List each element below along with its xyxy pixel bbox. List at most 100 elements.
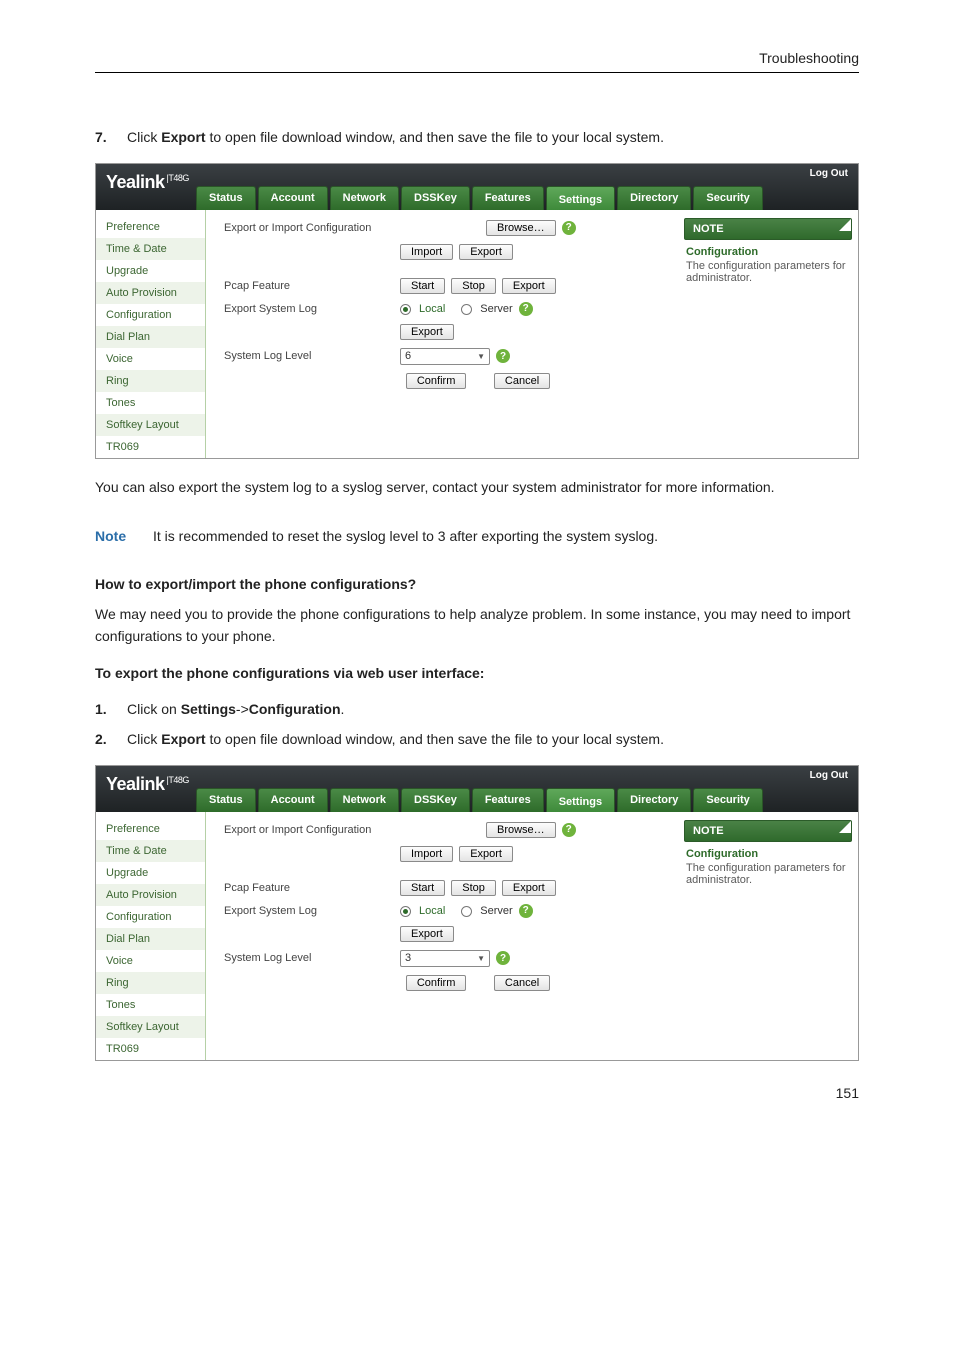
label-export-import: Export or Import Configuration <box>224 824 394 836</box>
note-body: The configuration parameters for adminis… <box>686 862 846 886</box>
browse-button[interactable]: Browse… <box>486 220 556 236</box>
tab-dsskey[interactable]: DSSKey <box>401 186 470 210</box>
sidebar-item-autoprovision[interactable]: Auto Provision <box>96 282 205 304</box>
help-icon[interactable]: ? <box>562 823 576 837</box>
help-icon[interactable]: ? <box>562 221 576 235</box>
tab-status[interactable]: Status <box>196 788 256 812</box>
export-button[interactable]: Export <box>459 846 513 862</box>
help-icon[interactable]: ? <box>519 302 533 316</box>
sidebar-item-tr069[interactable]: TR069 <box>96 436 205 458</box>
label-export-syslog: Export System Log <box>224 303 394 315</box>
tab-features[interactable]: Features <box>472 186 544 210</box>
confirm-button[interactable]: Confirm <box>406 373 467 389</box>
tab-security[interactable]: Security <box>693 186 762 210</box>
pcap-start-button[interactable]: Start <box>400 880 445 896</box>
note-block: Note It is recommended to reset the sysl… <box>95 526 859 548</box>
label-export-syslog: Export System Log <box>224 905 394 917</box>
note-subtitle: Configuration <box>686 848 850 860</box>
help-icon[interactable]: ? <box>496 951 510 965</box>
main-content: Export or Import Configuration Browse… ?… <box>206 210 678 458</box>
label-export-import: Export or Import Configuration <box>224 222 394 234</box>
syslog-level-select[interactable]: 3▼ <box>400 950 490 967</box>
sidebar-item-ring[interactable]: Ring <box>96 370 205 392</box>
sidebar-item-tones[interactable]: Tones <box>96 392 205 414</box>
label-syslog-level: System Log Level <box>224 350 394 362</box>
sidebar-item-tones[interactable]: Tones <box>96 994 205 1016</box>
step-text: Click Export to open file download windo… <box>127 729 859 751</box>
sidebar-item-voice[interactable]: Voice <box>96 950 205 972</box>
tab-settings[interactable]: Settings <box>546 788 615 812</box>
pcap-export-button[interactable]: Export <box>502 278 556 294</box>
syslog-level-select[interactable]: 6▼ <box>400 348 490 365</box>
sidebar-item-ring[interactable]: Ring <box>96 972 205 994</box>
step-number: 2. <box>95 729 127 751</box>
sidebar-item-configuration[interactable]: Configuration <box>96 906 205 928</box>
syslog-export-button[interactable]: Export <box>400 324 454 340</box>
note-subtitle: Configuration <box>686 246 850 258</box>
note-body: The configuration parameters for adminis… <box>686 260 846 284</box>
tab-network[interactable]: Network <box>330 186 399 210</box>
panel-header: Yealink|T48G Log Out Status Account Netw… <box>96 766 858 812</box>
tab-security[interactable]: Security <box>693 788 762 812</box>
sidebar-item-autoprovision[interactable]: Auto Provision <box>96 884 205 906</box>
tab-directory[interactable]: Directory <box>617 788 691 812</box>
brand-logo: Yealink|T48G <box>106 172 189 193</box>
tab-directory[interactable]: Directory <box>617 186 691 210</box>
brand-logo: Yealink|T48G <box>106 774 189 795</box>
panel-header: Yealink|T48G Log Out Status Account Netw… <box>96 164 858 210</box>
sidebar-item-voice[interactable]: Voice <box>96 348 205 370</box>
sidebar-item-dialplan[interactable]: Dial Plan <box>96 928 205 950</box>
sidebar-item-preference[interactable]: Preference <box>96 818 205 840</box>
sidebar-item-timedate[interactable]: Time & Date <box>96 238 205 260</box>
tab-settings[interactable]: Settings <box>546 186 615 210</box>
yealink-panel-1: Yealink|T48G Log Out Status Account Netw… <box>95 163 859 459</box>
step-number: 7. <box>95 127 127 149</box>
sidebar-item-timedate[interactable]: Time & Date <box>96 840 205 862</box>
radio-server[interactable] <box>461 906 472 917</box>
tab-account[interactable]: Account <box>258 186 328 210</box>
syslog-export-button[interactable]: Export <box>400 926 454 942</box>
sidebar-item-tr069[interactable]: TR069 <box>96 1038 205 1060</box>
sidebar-item-configuration[interactable]: Configuration <box>96 304 205 326</box>
cancel-button[interactable]: Cancel <box>494 975 550 991</box>
subheading: How to export/import the phone configura… <box>95 576 859 592</box>
note-title: NOTE <box>684 820 852 842</box>
pcap-stop-button[interactable]: Stop <box>451 278 496 294</box>
logout-link[interactable]: Log Out <box>810 770 848 781</box>
tab-dsskey[interactable]: DSSKey <box>401 788 470 812</box>
sidebar-item-upgrade[interactable]: Upgrade <box>96 862 205 884</box>
note-pane: NOTE Configuration The configuration par… <box>678 210 858 458</box>
body-text: We may need you to provide the phone con… <box>95 604 859 647</box>
label-pcap: Pcap Feature <box>224 280 394 292</box>
help-icon[interactable]: ? <box>519 904 533 918</box>
import-button[interactable]: Import <box>400 846 453 862</box>
sidebar-item-dialplan[interactable]: Dial Plan <box>96 326 205 348</box>
help-icon[interactable]: ? <box>496 349 510 363</box>
confirm-button[interactable]: Confirm <box>406 975 467 991</box>
sidebar-item-softkey[interactable]: Softkey Layout <box>96 1016 205 1038</box>
logout-link[interactable]: Log Out <box>810 168 848 179</box>
step-text: Click Export to open file download windo… <box>127 127 859 149</box>
body-text: You can also export the system log to a … <box>95 477 859 499</box>
pcap-start-button[interactable]: Start <box>400 278 445 294</box>
sidebar-item-preference[interactable]: Preference <box>96 216 205 238</box>
radio-local[interactable] <box>400 304 411 315</box>
tab-features[interactable]: Features <box>472 788 544 812</box>
tab-network[interactable]: Network <box>330 788 399 812</box>
tab-status[interactable]: Status <box>196 186 256 210</box>
radio-local[interactable] <box>400 906 411 917</box>
chevron-down-icon: ▼ <box>477 954 485 963</box>
sidebar-item-softkey[interactable]: Softkey Layout <box>96 414 205 436</box>
export-button[interactable]: Export <box>459 244 513 260</box>
tab-account[interactable]: Account <box>258 788 328 812</box>
import-button[interactable]: Import <box>400 244 453 260</box>
yealink-panel-2: Yealink|T48G Log Out Status Account Netw… <box>95 765 859 1061</box>
radio-server[interactable] <box>461 304 472 315</box>
main-content: Export or Import Configuration Browse… ?… <box>206 812 678 1060</box>
pcap-export-button[interactable]: Export <box>502 880 556 896</box>
browse-button[interactable]: Browse… <box>486 822 556 838</box>
sidebar-item-upgrade[interactable]: Upgrade <box>96 260 205 282</box>
cancel-button[interactable]: Cancel <box>494 373 550 389</box>
page-header: Troubleshooting <box>95 50 859 72</box>
pcap-stop-button[interactable]: Stop <box>451 880 496 896</box>
